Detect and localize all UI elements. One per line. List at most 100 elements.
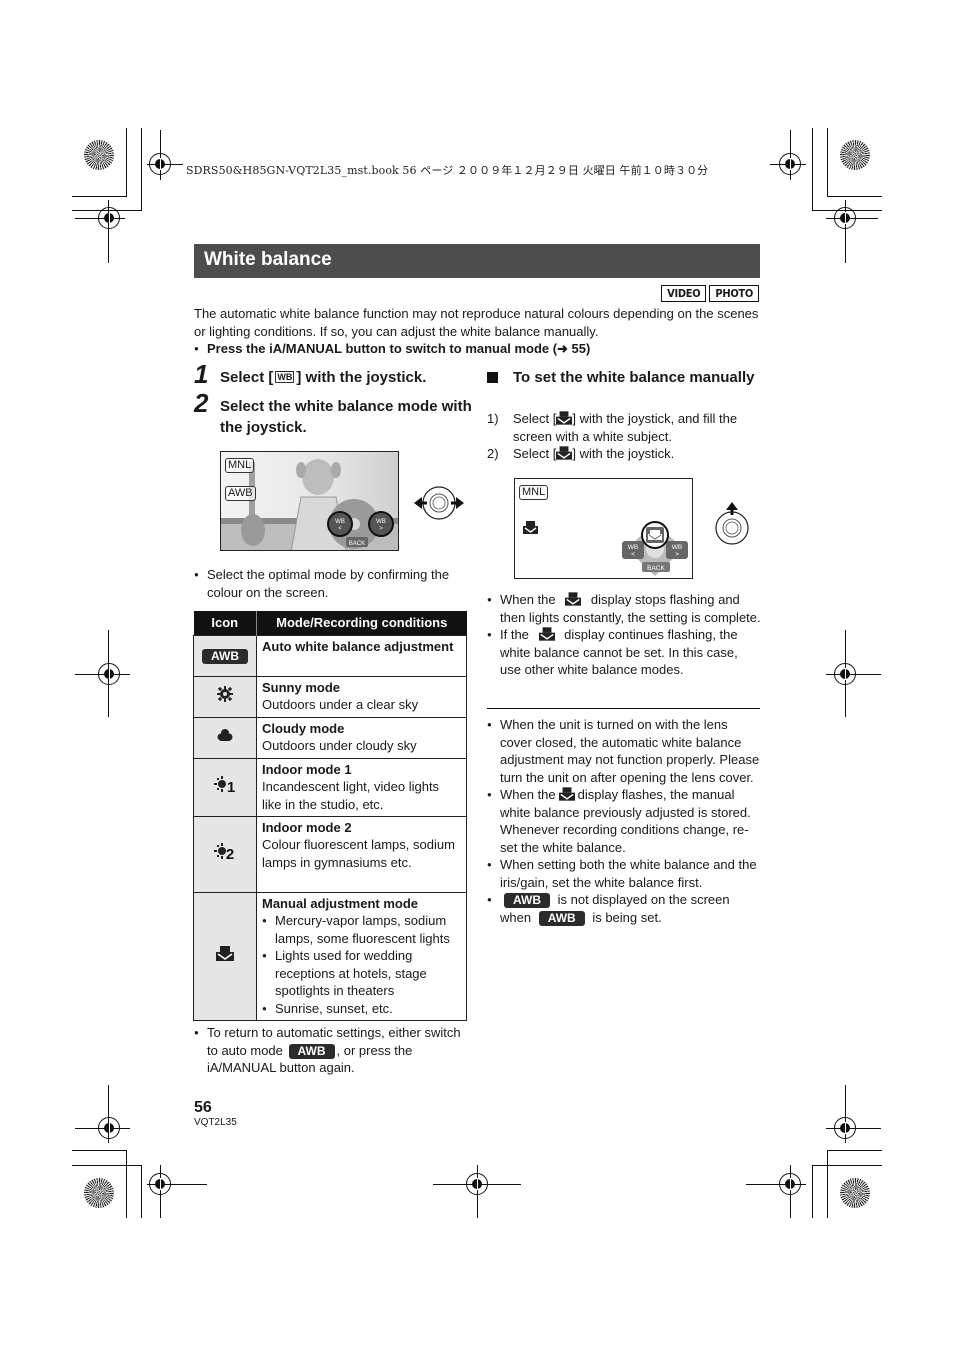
indoor-mode-2-icon: 2 — [214, 842, 234, 863]
awb-icon: AWB — [288, 1043, 335, 1059]
item-text: Select [ — [513, 411, 557, 426]
mode-description: Colour fluorescent lamps, sodium lamps i… — [262, 837, 455, 870]
crop-line — [845, 1085, 846, 1143]
color-bar-starburst — [84, 1178, 114, 1208]
document-code: VQT2L35 — [194, 1117, 237, 1128]
return-note: To return to automatic settings, either … — [194, 1024, 469, 1077]
page-title: White balance — [194, 244, 760, 278]
note-item: When thedisplay flashes, the manual whit… — [487, 786, 762, 856]
svg-text:WB: WB — [628, 544, 638, 551]
crop-line — [75, 1128, 130, 1129]
note-text: display continues flashing, the white ba… — [500, 627, 738, 677]
crop-line — [746, 1184, 806, 1185]
manual-wb-icon — [558, 787, 575, 801]
note-item: AWB is not displayed on the screen when … — [487, 891, 762, 926]
crop-line — [147, 1184, 207, 1185]
awb-icon: AWB — [538, 910, 585, 926]
crop-line — [160, 130, 161, 180]
mode-name: Indoor mode 1 — [262, 761, 352, 777]
svg-text:WB: WB — [335, 519, 345, 525]
svg-text:<: < — [631, 551, 635, 558]
crop-line — [72, 196, 127, 197]
white-balance-modes-table: Icon Mode/Recording conditions AWB Auto … — [193, 611, 467, 1021]
step-text: Select [ — [220, 369, 274, 386]
crop-line — [827, 1150, 828, 1218]
mode-description: Incandescent light, video lights like in… — [262, 779, 440, 812]
svg-text:1: 1 — [227, 779, 235, 794]
item-text: Select [ — [513, 446, 557, 461]
crop-line — [108, 200, 109, 263]
mode-name: Indoor mode 2 — [262, 819, 352, 835]
mode-name: Manual adjustment mode — [262, 895, 419, 911]
crop-line — [827, 128, 828, 196]
table-row: 1 Indoor mode 1 Incandescent light, vide… — [193, 757, 467, 817]
column-header-mode: Mode/Recording conditions — [256, 611, 467, 635]
svg-text:>: > — [379, 526, 383, 532]
lcd-screen-mode-select: BACK WB < WB > MNL AWB — [220, 451, 399, 551]
svg-text:WB: WB — [376, 519, 386, 525]
mode-name: Auto white balance adjustment — [262, 638, 454, 654]
step-2: 2 Select the white balance mode with the… — [194, 390, 474, 438]
item-number: 2) — [487, 446, 499, 461]
section-heading: To set the white balance manually — [487, 368, 767, 388]
step-number: 1 — [194, 359, 209, 389]
crop-line — [826, 674, 881, 675]
intro: The automatic white balance function may… — [194, 305, 760, 358]
osd-manual-indicator: MNL — [225, 458, 255, 473]
general-notes: When the unit is turned on with the lens… — [487, 716, 762, 926]
section-heading-text: To set the white balance manually — [513, 369, 755, 386]
table-header-row: Icon Mode/Recording conditions — [193, 611, 467, 635]
svg-text:>: > — [675, 551, 679, 558]
awb-icon: AWB — [202, 648, 248, 664]
color-bar-starburst — [84, 140, 114, 170]
awb-icon: AWB — [504, 893, 550, 908]
svg-text:WB: WB — [672, 544, 682, 551]
mode-bullet: Sunrise, sunset, etc. — [262, 1000, 461, 1018]
note-item: If the display continues flashing, the w… — [487, 626, 762, 679]
note-text: When the — [500, 592, 556, 607]
note-text: is being set. — [592, 909, 662, 925]
screen-overlay: WB < WB > BACK — [523, 521, 688, 576]
wb-icon: WB — [275, 371, 295, 383]
video-mode-tag: VIDEO — [661, 285, 707, 302]
mode-description: Outdoors under cloudy sky — [262, 738, 417, 753]
crop-line — [770, 164, 806, 165]
square-bullet-icon — [487, 372, 498, 383]
crop-line — [812, 128, 813, 210]
manual-wb-icon — [556, 446, 573, 460]
step-text: Select the white balance mode with the j… — [220, 398, 472, 436]
manual-wb-icon — [216, 946, 234, 962]
crop-line — [72, 1150, 127, 1151]
color-bar-starburst — [840, 140, 870, 170]
mode-tags: VIDEO PHOTO — [661, 285, 759, 302]
svg-text:<: < — [338, 526, 342, 532]
crop-line — [845, 200, 846, 263]
table-row: Manual adjustment mode Mercury-vapor lam… — [193, 891, 467, 1021]
crop-line — [812, 1165, 882, 1166]
mode-bullet: Mercury-vapor lamps, sodium lamps, some … — [262, 912, 461, 947]
table-row: AWB Auto white balance adjustment — [193, 634, 467, 677]
intro-text: The automatic white balance function may… — [194, 306, 759, 339]
note-item: When the unit is turned on with the lens… — [487, 716, 762, 786]
joystick-up-icon — [715, 502, 749, 545]
section-divider — [487, 708, 760, 709]
photo-mode-tag: PHOTO — [709, 285, 759, 302]
lcd-screen-manual-set: MNL WB < WB > BACK — [514, 478, 693, 579]
manual-wb-icon — [556, 411, 573, 425]
crop-line — [826, 218, 878, 219]
mode-bullet: Lights used for wedding receptions at ho… — [262, 947, 461, 1000]
crop-line — [75, 218, 125, 219]
crop-line — [812, 1165, 813, 1218]
indoor-mode-1-icon: 1 — [214, 775, 235, 796]
print-header: SDRS50&H85GN-VQT2L35_mst.book 56 ページ ２００… — [186, 164, 709, 177]
crop-line — [126, 128, 127, 196]
intro-bullet: Press the iA/MANUAL button to switch to … — [194, 340, 760, 358]
svg-text:BACK: BACK — [647, 565, 665, 572]
manual-notes: When the display stops flashing and then… — [487, 591, 762, 679]
back-label: BACK — [349, 541, 365, 547]
mode-name: Sunny mode — [262, 679, 341, 695]
note-text: When the — [500, 787, 556, 802]
item-number: 1) — [487, 411, 499, 426]
table-row: 2 Indoor mode 2 Colour fluorescent lamps… — [193, 815, 467, 893]
color-bar-starburst — [840, 1178, 870, 1208]
